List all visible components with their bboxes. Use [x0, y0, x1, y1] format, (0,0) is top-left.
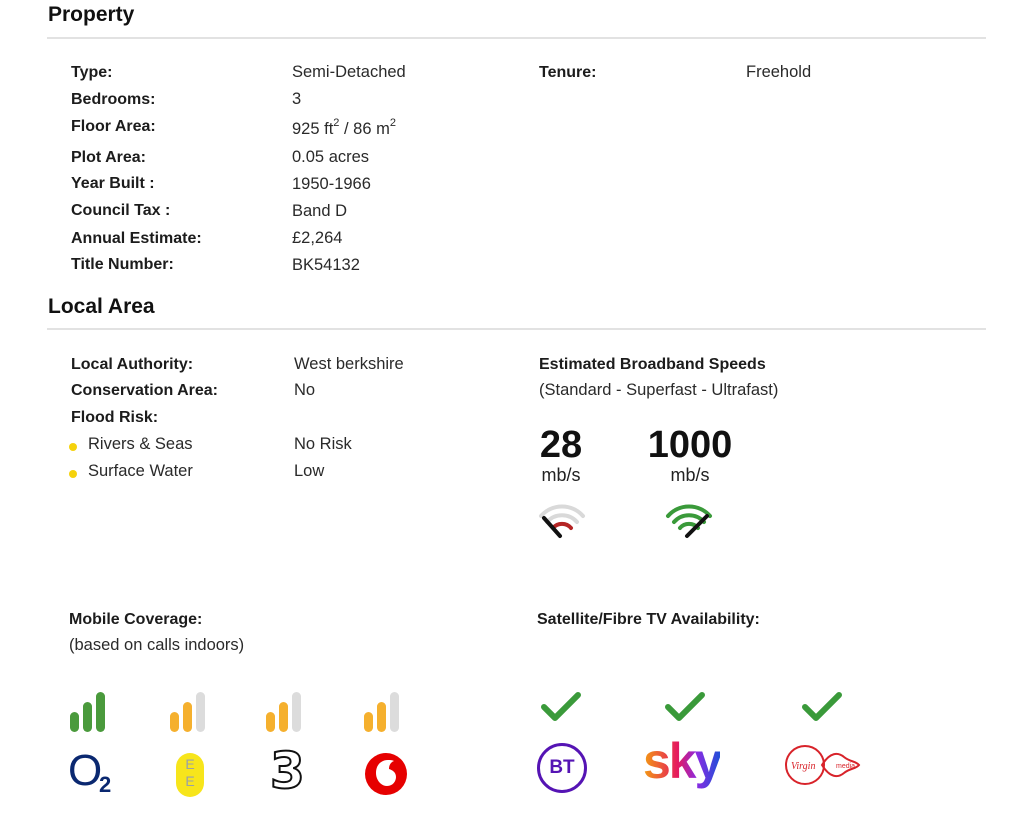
broadband-low-gauge-icon	[539, 504, 585, 538]
mobile-coverage-subtitle: (based on calls indoors)	[69, 636, 245, 654]
signal-bar	[279, 702, 288, 732]
broadband-subtitle: (Standard - Superfast - Ultrafast)	[539, 381, 779, 399]
local-area-section-title: Local Area	[48, 295, 155, 318]
signal-bar	[170, 712, 179, 732]
conservation-area-label: Conservation Area:	[71, 382, 218, 399]
year-built-value: 1950-1966	[292, 175, 371, 193]
local-authority-value: West berkshire	[294, 355, 404, 373]
council-tax-label: Council Tax :	[71, 202, 171, 219]
flood-bullet-dot	[69, 443, 77, 451]
sky-available-check-icon	[665, 692, 705, 721]
signal-bar	[292, 692, 301, 732]
svg-text:media: media	[836, 763, 855, 770]
signal-bar	[70, 712, 79, 732]
ultrafast-speed-unit: mb/s	[670, 465, 710, 485]
bt-available-check-icon	[541, 692, 581, 721]
signal-bars-o2	[70, 692, 105, 732]
signal-bar	[364, 712, 373, 732]
floor-area-label: Floor Area:	[71, 118, 156, 135]
plot-area-value: 0.05 acres	[292, 148, 370, 166]
signal-bar	[83, 702, 92, 732]
bedrooms-label: Bedrooms:	[71, 91, 156, 108]
annual-estimate-value: £2,264	[292, 229, 343, 247]
svg-text:Virgin: Virgin	[791, 761, 815, 772]
tenure-label: Tenure:	[539, 64, 597, 81]
local-authority-label: Local Authority:	[71, 356, 194, 373]
property-section-title: Property	[48, 3, 135, 26]
signal-bar	[266, 712, 275, 732]
surface-water-value: Low	[294, 462, 325, 480]
broadband-high-gauge-icon	[666, 504, 712, 538]
mobile-coverage-title: Mobile Coverage:	[69, 611, 203, 628]
type-value: Semi-Detached	[292, 63, 406, 81]
signal-bar	[96, 692, 105, 732]
signal-bar	[390, 692, 399, 732]
signal-bar	[377, 702, 386, 732]
signal-bars-vodafone	[364, 692, 399, 732]
o2-logo-icon: O 2	[68, 746, 112, 797]
title-number-value: BK54132	[292, 256, 360, 274]
virgin-media-available-check-icon	[802, 692, 842, 721]
virgin-media-logo-icon: Virgin media	[785, 745, 861, 785]
annual-estimate-label: Annual Estimate:	[71, 230, 202, 247]
bt-logo-icon: BT	[537, 743, 587, 793]
council-tax-value: Band D	[292, 202, 348, 220]
three-logo-icon: 3	[269, 741, 306, 801]
ultrafast-speed-value: 1000	[647, 424, 733, 466]
tenure-value: Freehold	[746, 63, 812, 81]
standard-speed-unit: mb/s	[541, 465, 581, 485]
surface-water-label: Surface Water	[88, 462, 193, 480]
conservation-area-value: No	[294, 381, 316, 399]
signal-bars-ee	[170, 692, 205, 732]
signal-bar	[196, 692, 205, 732]
flood-risk-label: Flood Risk:	[71, 409, 159, 426]
flood-bullet-dot	[69, 470, 77, 478]
signal-bars-three	[266, 692, 301, 732]
standard-speed-value: 28	[539, 424, 583, 466]
floor-area-value: 925 ft2 / 86 m2	[292, 116, 396, 138]
plot-area-label: Plot Area:	[71, 149, 146, 166]
sky-logo-icon: sky	[643, 733, 722, 789]
vodafone-logo-icon	[365, 753, 407, 795]
bedrooms-value: 3	[292, 90, 302, 108]
rivers-seas-value: No Risk	[294, 435, 352, 453]
ee-logo-icon: EE	[176, 753, 204, 797]
mobile-signal-bars	[70, 690, 410, 732]
year-built-label: Year Built :	[71, 175, 155, 192]
broadband-title: Estimated Broadband Speeds	[539, 356, 766, 373]
tv-availability-title: Satellite/Fibre TV Availability:	[537, 611, 760, 628]
rivers-seas-label: Rivers & Seas	[88, 435, 193, 453]
signal-bar	[183, 702, 192, 732]
property-divider	[47, 37, 986, 39]
type-label: Type:	[71, 64, 113, 81]
title-number-label: Title Number:	[71, 256, 174, 273]
local-area-divider	[47, 328, 986, 330]
